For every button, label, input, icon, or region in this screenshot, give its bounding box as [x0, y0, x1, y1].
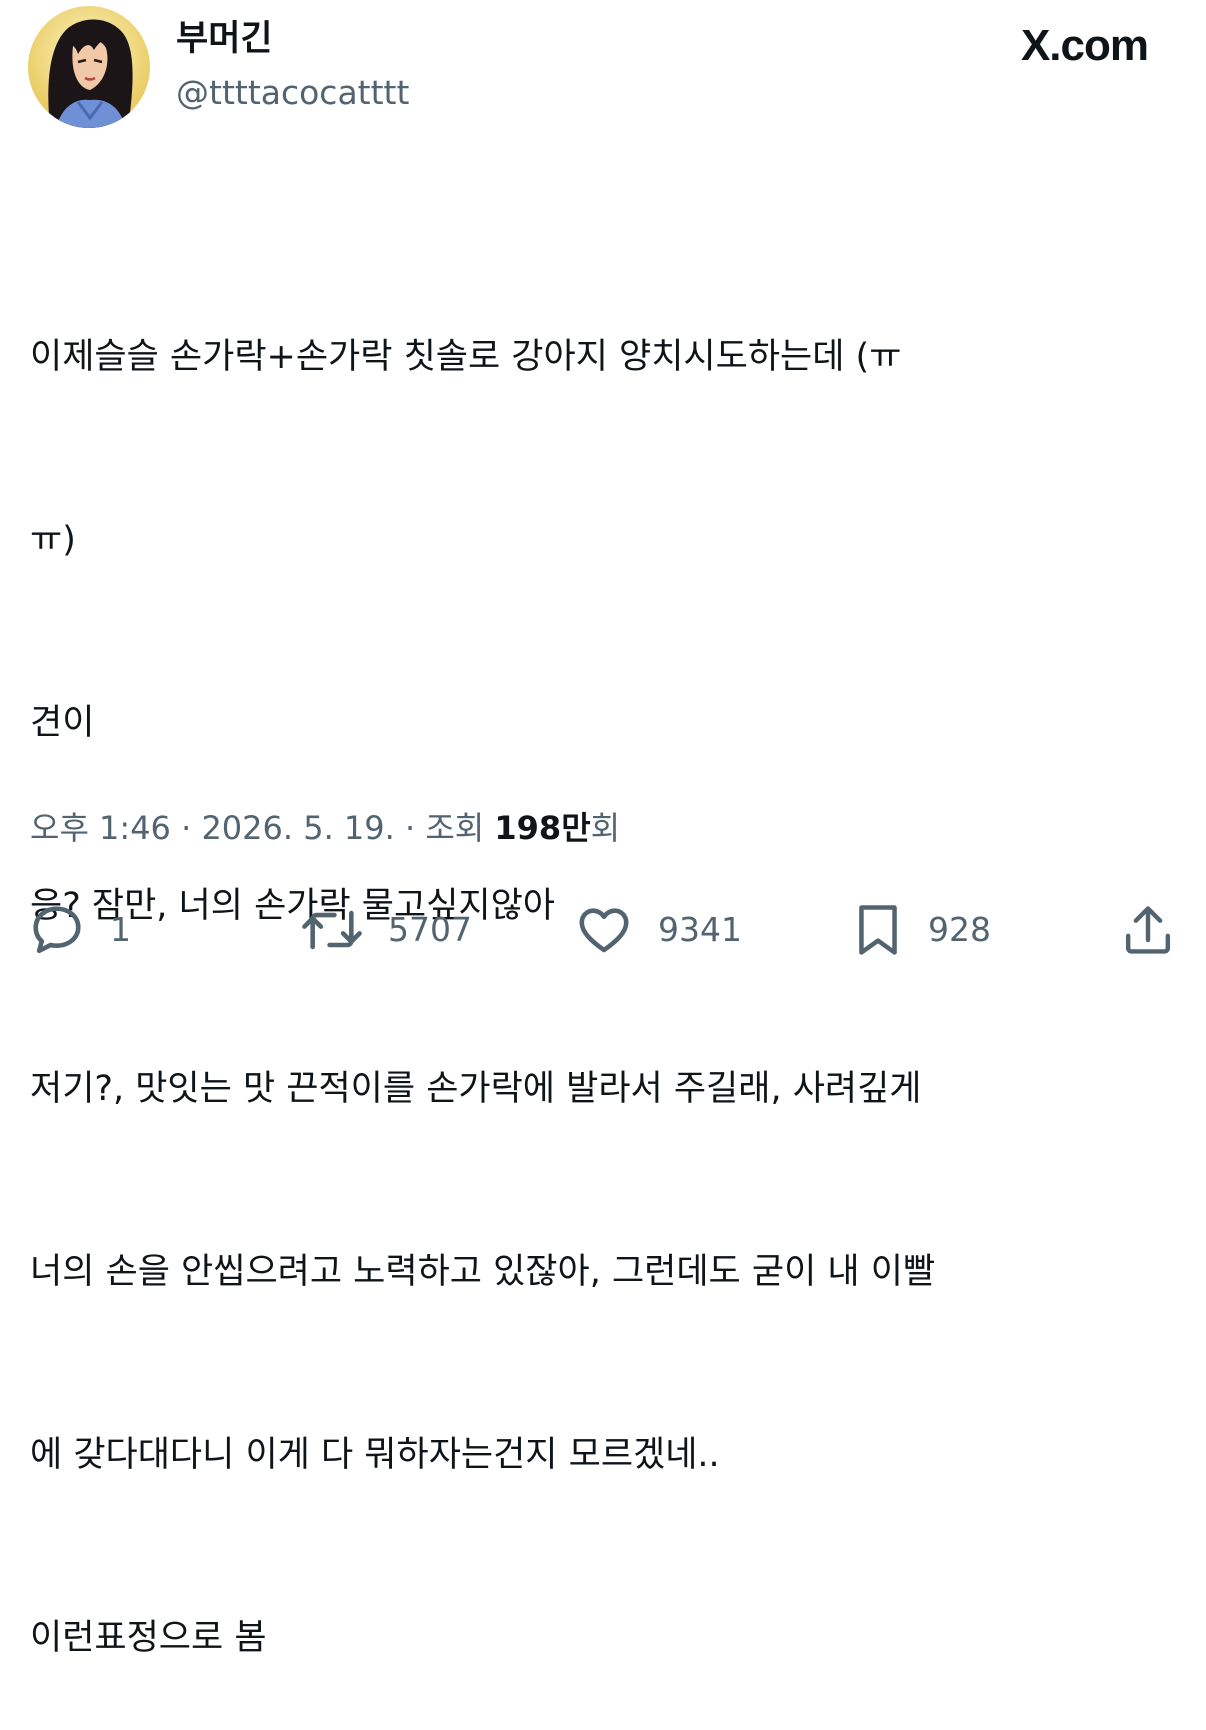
- views-count: 198만: [494, 809, 591, 847]
- views-label: 조회: [425, 809, 485, 847]
- tweet-line: 견이: [30, 703, 95, 743]
- share-button[interactable]: [1120, 895, 1176, 965]
- views-suffix: 회: [590, 809, 621, 847]
- reply-count: 1: [110, 910, 131, 949]
- meta-separator: ·: [170, 809, 202, 847]
- tweet-date[interactable]: 2026. 5. 19.: [201, 809, 394, 847]
- retweet-count: 5707: [388, 910, 472, 949]
- brand-logo-text: X.com: [1020, 21, 1149, 70]
- like-count: 9341: [658, 910, 742, 949]
- heart-icon: [574, 901, 634, 959]
- tweet-text: 이제슬슬 손가락+손가락 칫솔로 강아지 양치시도하는데 (ㅠ ㅠ) 견이 응?…: [30, 205, 1170, 1730]
- tweet-line: 이런표정으로 봄: [30, 1618, 267, 1658]
- reply-icon: [28, 901, 86, 959]
- reply-button[interactable]: 1: [28, 895, 131, 965]
- tweet-line: 저기?, 맛잇는 맛 끈적이를 손가락에 발라서 주길래, 사려깊게: [30, 1069, 922, 1109]
- bookmark-icon: [852, 901, 904, 959]
- tweet-time[interactable]: 오후 1:46: [30, 809, 171, 847]
- user-handle[interactable]: @ttttacocatttt: [176, 68, 409, 118]
- tweet-line: 이제슬슬 손가락+손가락 칫솔로 강아지 양치시도하는데 (ㅠ: [30, 337, 902, 377]
- retweet-button[interactable]: 5707: [300, 895, 472, 965]
- avatar[interactable]: [28, 6, 150, 128]
- tweet-meta: 오후 1:46 · 2026. 5. 19. · 조회 198만회: [30, 803, 620, 853]
- action-bar: 1 5707 9341 928: [0, 895, 1206, 965]
- avatar-image: [28, 6, 150, 128]
- tweet-line: ㅠ): [30, 520, 76, 560]
- tweet-line: 에 갖다대다니 이게 다 뭐하자는건지 모르겠네..: [30, 1435, 720, 1475]
- retweet-icon: [300, 901, 364, 959]
- meta-separator: ·: [394, 809, 426, 847]
- tweet-line: 너의 손을 안씹으려고 노력하고 있잖아, 그런데도 굳이 내 이빨: [30, 1252, 936, 1292]
- like-button[interactable]: 9341: [574, 895, 742, 965]
- share-icon: [1120, 901, 1176, 959]
- bookmark-button[interactable]: 928: [852, 895, 991, 965]
- bookmark-count: 928: [928, 910, 991, 949]
- display-name[interactable]: 부머긴: [176, 14, 273, 64]
